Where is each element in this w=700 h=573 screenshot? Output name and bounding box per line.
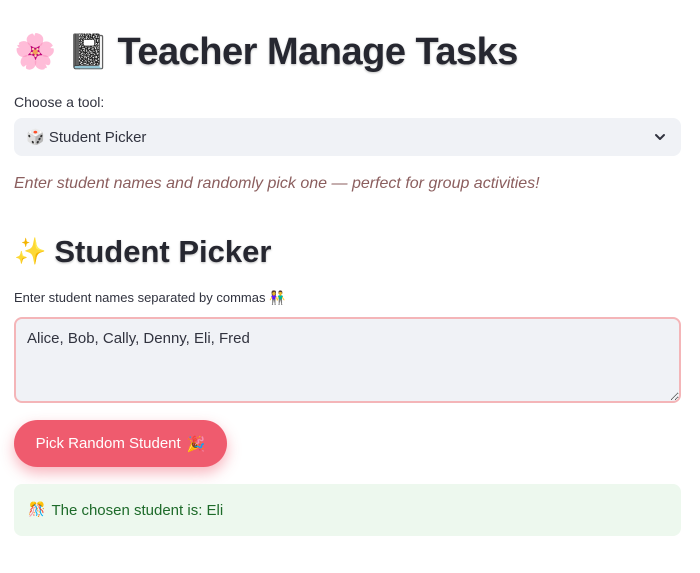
result-success-box: 🎊 The chosen student is: Eli: [14, 484, 681, 536]
page-title-text: Teacher Manage Tasks: [117, 30, 518, 73]
tool-select[interactable]: 🎲 Student Picker: [14, 118, 681, 156]
names-input-label: Enter student names separated by commas …: [14, 290, 286, 305]
result-text: The chosen student is: Eli: [51, 501, 224, 519]
tool-description: Enter student names and randomly pick on…: [14, 175, 540, 192]
section-heading: ✨ Student Picker: [14, 232, 271, 272]
names-textarea[interactable]: Alice, Bob, Cally, Denny, Eli, Fred: [14, 317, 681, 403]
section-heading-text: Student Picker: [54, 234, 272, 269]
confetti-icon: 🎊: [28, 502, 46, 518]
pick-button-label: Pick Random Student: [35, 435, 181, 452]
dice-icon: 🎲: [26, 128, 45, 146]
sparkles-icon: ✨: [14, 237, 47, 267]
title-emoji-icons: 🌸 📓: [14, 32, 110, 72]
tool-select-label: Choose a tool:: [14, 94, 105, 110]
chevron-down-icon[interactable]: [653, 130, 667, 144]
pick-random-student-button[interactable]: Pick Random Student 🎉: [14, 420, 227, 467]
party-popper-icon: 🎉: [186, 434, 206, 453]
page-title: 🌸 📓 Teacher Manage Tasks: [14, 24, 518, 80]
tool-select-value: 🎲 Student Picker: [26, 128, 653, 146]
tool-select-selected-text: Student Picker: [48, 129, 147, 146]
